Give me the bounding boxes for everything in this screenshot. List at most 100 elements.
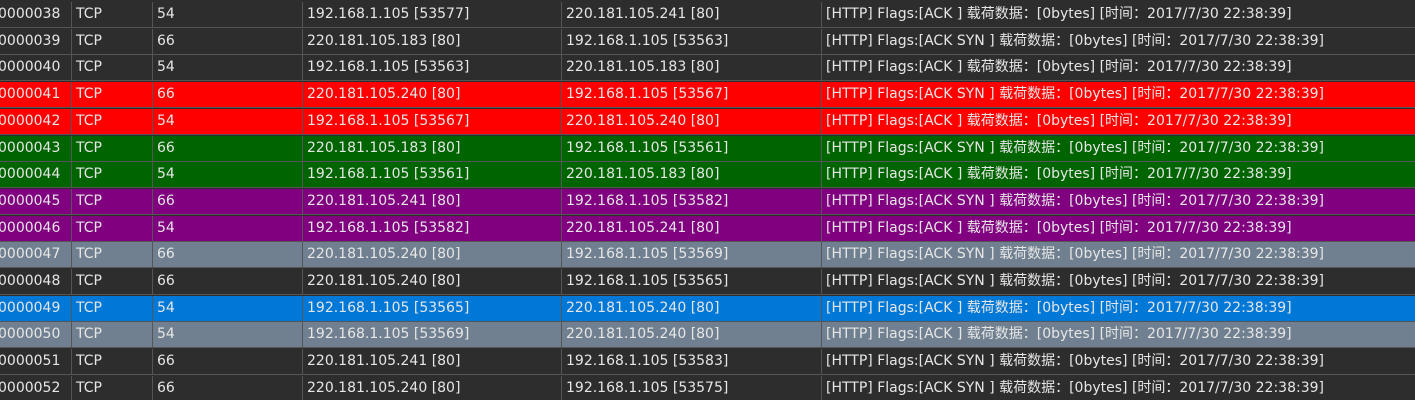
source-address-cell: 220.181.105.183 [80]: [303, 29, 562, 55]
info-cell: [HTTP] Flags:[ACK SYN ] 载荷数据：[0bytes] [时…: [826, 353, 1324, 369]
destination-address-cell: 192.168.1.105 [53567]: [562, 82, 822, 108]
packet-number-cell: 0000044: [0, 162, 72, 188]
source-address-cell: 220.181.105.240 [80]: [303, 376, 562, 400]
length-cell: 66: [153, 29, 303, 55]
packet-number-cell: 0000041: [0, 82, 72, 108]
destination-address-cell: 192.168.1.105 [53563]: [562, 29, 822, 55]
source-address-cell: 192.168.1.105 [53577]: [303, 2, 562, 28]
destination-address-cell: 192.168.1.105 [53582]: [562, 189, 822, 215]
source-address-cell: 220.181.105.240 [80]: [303, 242, 562, 268]
destination-address-cell: 192.168.1.105 [53561]: [562, 136, 822, 162]
info-cell: [HTTP] Flags:[ACK SYN ] 载荷数据：[0bytes] [时…: [826, 273, 1324, 289]
destination-address-cell: 220.181.105.240 [80]: [562, 109, 822, 135]
packet-row[interactable]: 0000042 TCP 54 192.168.1.105 [53567] 220.181…: [0, 109, 1415, 135]
length-cell: 54: [153, 216, 303, 242]
length-cell: 66: [153, 189, 303, 215]
protocol-cell: TCP: [72, 349, 153, 375]
packet-number-cell: 0000047: [0, 242, 72, 268]
packet-number-cell: 0000046: [0, 216, 72, 242]
protocol-cell: TCP: [72, 55, 153, 81]
source-address-cell: 220.181.105.241 [80]: [303, 349, 562, 375]
info-cell: [HTTP] Flags:[ACK SYN ] 载荷数据：[0bytes] [时…: [826, 193, 1324, 209]
packet-number-cell: 0000045: [0, 189, 72, 215]
source-address-cell: 192.168.1.105 [53563]: [303, 55, 562, 81]
info-cell: [HTTP] Flags:[ACK SYN ] 载荷数据：[0bytes] [时…: [826, 246, 1324, 262]
source-address-cell: 220.181.105.240 [80]: [303, 82, 562, 108]
destination-address-cell: 192.168.1.105 [53569]: [562, 242, 822, 268]
source-address-cell: 220.181.105.183 [80]: [303, 136, 562, 162]
length-cell: 66: [153, 269, 303, 295]
packet-number-cell: 0000052: [0, 376, 72, 400]
source-address-cell: 192.168.1.105 [53561]: [303, 162, 562, 188]
source-address-cell: 192.168.1.105 [53565]: [303, 296, 562, 322]
packet-number-cell: 0000051: [0, 349, 72, 375]
destination-address-cell: 220.181.105.240 [80]: [562, 296, 822, 322]
packet-number-cell: 0000039: [0, 29, 72, 55]
info-cell: [HTTP] Flags:[ACK ] 载荷数据：[0bytes] [时间：20…: [826, 113, 1292, 129]
info-cell: [HTTP] Flags:[ACK SYN ] 载荷数据：[0bytes] [时…: [826, 380, 1324, 396]
protocol-cell: TCP: [72, 242, 153, 268]
source-address-cell: 220.181.105.240 [80]: [303, 269, 562, 295]
protocol-cell: TCP: [72, 162, 153, 188]
info-cell: [HTTP] Flags:[ACK SYN ] 载荷数据：[0bytes] [时…: [826, 86, 1324, 102]
protocol-cell: TCP: [72, 29, 153, 55]
packet-number-cell: 0000050: [0, 322, 72, 348]
packet-row[interactable]: 0000040 TCP 54 192.168.1.105 [53563] 220.181…: [0, 55, 1415, 81]
protocol-cell: TCP: [72, 136, 153, 162]
info-cell: [HTTP] Flags:[ACK ] 载荷数据：[0bytes] [时间：20…: [826, 326, 1292, 342]
packet-number-cell: 0000048: [0, 269, 72, 295]
packet-number-cell: 0000042: [0, 109, 72, 135]
packet-number-cell: 0000049: [0, 296, 72, 322]
protocol-cell: TCP: [72, 82, 153, 108]
length-cell: 54: [153, 322, 303, 348]
source-address-cell: 192.168.1.105 [53569]: [303, 322, 562, 348]
length-cell: 54: [153, 55, 303, 81]
packet-number-cell: 0000043: [0, 136, 72, 162]
packet-row[interactable]: 0000046 TCP 54 192.168.1.105 [53582] 220.181…: [0, 216, 1415, 242]
info-cell: [HTTP] Flags:[ACK SYN ] 载荷数据：[0bytes] [时…: [826, 33, 1324, 49]
packet-list[interactable]: 0000038 TCP 54 192.168.1.105 [53577] 220.181…: [0, 0, 1415, 400]
destination-address-cell: 192.168.1.105 [53565]: [562, 269, 822, 295]
packet-row[interactable]: 0000051 TCP 66 220.181.105.241 [80] 192.168.…: [0, 349, 1415, 375]
length-cell: 66: [153, 242, 303, 268]
length-cell: 66: [153, 82, 303, 108]
length-cell: 54: [153, 296, 303, 322]
source-address-cell: 220.181.105.241 [80]: [303, 189, 562, 215]
packet-row[interactable]: 0000044 TCP 54 192.168.1.105 [53561] 220.181…: [0, 162, 1415, 188]
length-cell: 66: [153, 136, 303, 162]
info-cell: [HTTP] Flags:[ACK ] 载荷数据：[0bytes] [时间：20…: [826, 166, 1292, 182]
packet-number-cell: 0000038: [0, 2, 72, 28]
packet-row[interactable]: 0000047 TCP 66 220.181.105.240 [80] 192.168.…: [0, 242, 1415, 268]
destination-address-cell: 192.168.1.105 [53575]: [562, 376, 822, 400]
protocol-cell: TCP: [72, 376, 153, 400]
length-cell: 54: [153, 109, 303, 135]
destination-address-cell: 220.181.105.183 [80]: [562, 55, 822, 81]
length-cell: 54: [153, 2, 303, 28]
packet-row[interactable]: 0000039 TCP 66 220.181.105.183 [80] 192.168.…: [0, 29, 1415, 55]
packet-row[interactable]: 0000050 TCP 54 192.168.1.105 [53569] 220.181…: [0, 322, 1415, 348]
packet-row[interactable]: 0000048 TCP 66 220.181.105.240 [80] 192.168.…: [0, 269, 1415, 295]
info-cell: [HTTP] Flags:[ACK ] 载荷数据：[0bytes] [时间：20…: [826, 300, 1292, 316]
packet-row[interactable]: 0000045 TCP 66 220.181.105.241 [80] 192.168.…: [0, 189, 1415, 215]
info-cell: [HTTP] Flags:[ACK ] 载荷数据：[0bytes] [时间：20…: [826, 6, 1292, 22]
protocol-cell: TCP: [72, 269, 153, 295]
packet-row[interactable]: 0000049 TCP 54 192.168.1.105 [53565] 220.181…: [0, 296, 1415, 322]
length-cell: 66: [153, 349, 303, 375]
destination-address-cell: 220.181.105.241 [80]: [562, 2, 822, 28]
protocol-cell: TCP: [72, 109, 153, 135]
protocol-cell: TCP: [72, 189, 153, 215]
length-cell: 66: [153, 376, 303, 400]
info-cell: [HTTP] Flags:[ACK SYN ] 载荷数据：[0bytes] [时…: [826, 140, 1324, 156]
packet-row[interactable]: 0000041 TCP 66 220.181.105.240 [80] 192.168.…: [0, 82, 1415, 108]
packet-row[interactable]: 0000052 TCP 66 220.181.105.240 [80] 192.168.…: [0, 376, 1415, 400]
packet-number-cell: 0000040: [0, 55, 72, 81]
protocol-cell: TCP: [72, 2, 153, 28]
packet-row[interactable]: 0000043 TCP 66 220.181.105.183 [80] 192.168.…: [0, 136, 1415, 162]
length-cell: 54: [153, 162, 303, 188]
protocol-cell: TCP: [72, 296, 153, 322]
protocol-cell: TCP: [72, 322, 153, 348]
destination-address-cell: 220.181.105.183 [80]: [562, 162, 822, 188]
packet-row[interactable]: 0000038 TCP 54 192.168.1.105 [53577] 220.181…: [0, 2, 1415, 28]
info-cell: [HTTP] Flags:[ACK ] 载荷数据：[0bytes] [时间：20…: [826, 220, 1292, 236]
destination-address-cell: 192.168.1.105 [53583]: [562, 349, 822, 375]
